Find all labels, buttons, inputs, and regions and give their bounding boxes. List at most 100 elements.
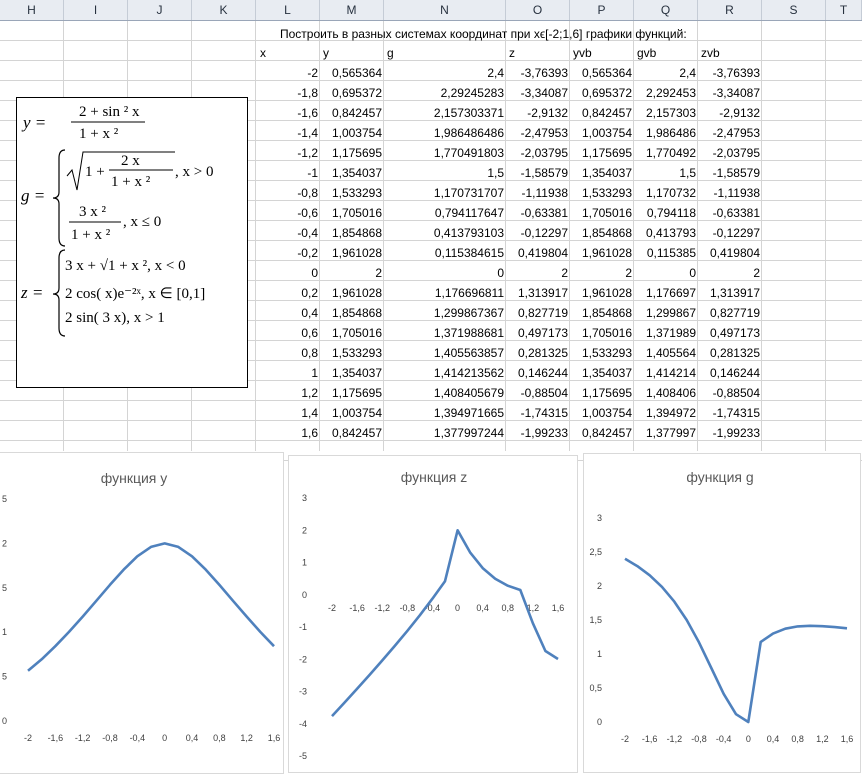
table-cell[interactable]: -1,11938 [506, 183, 568, 203]
table-cell[interactable]: 2 [570, 263, 632, 283]
table-cell[interactable]: 0,419804 [698, 243, 760, 263]
column-header-l[interactable]: L [256, 0, 320, 20]
table-header-zvb[interactable]: zvb [701, 43, 720, 63]
table-cell[interactable]: 1,354037 [570, 363, 632, 383]
table-cell[interactable]: 1,4 [256, 403, 318, 423]
table-cell[interactable]: -2,9132 [506, 103, 568, 123]
table-cell[interactable]: 1,313917 [698, 283, 760, 303]
table-cell[interactable]: 1,175695 [570, 383, 632, 403]
table-cell[interactable]: -0,88504 [506, 383, 568, 403]
chart-y[interactable]: функция y 0 5 1 5 2 5 -2 -1,6 -1,2 -0,8 -0,4 0 0,4 0,8… [0, 452, 284, 774]
table-cell[interactable]: 2,157303371 [384, 103, 504, 123]
table-cell[interactable]: 0 [384, 263, 504, 283]
table-cell[interactable]: -1,74315 [506, 403, 568, 423]
table-cell[interactable]: 1,176697 [634, 283, 696, 303]
table-cell[interactable]: 0,842457 [570, 423, 632, 443]
table-cell[interactable]: -1,2 [256, 143, 318, 163]
table-cell[interactable]: -3,34087 [698, 83, 760, 103]
table-cell[interactable]: 1 [256, 363, 318, 383]
table-cell[interactable]: -1,6 [256, 103, 318, 123]
table-cell[interactable]: 1,770491803 [384, 143, 504, 163]
table-cell[interactable]: 1,854868 [570, 303, 632, 323]
table-cell[interactable]: 2 [698, 263, 760, 283]
table-cell[interactable]: 1,003754 [320, 123, 382, 143]
table-cell[interactable]: 1,961028 [320, 243, 382, 263]
table-cell[interactable]: 1,533293 [320, 343, 382, 363]
table-cell[interactable]: 1,854868 [570, 223, 632, 243]
table-cell[interactable]: 1,705016 [320, 323, 382, 343]
table-cell[interactable]: 1,2 [256, 383, 318, 403]
column-header-i[interactable]: I [64, 0, 128, 20]
table-cell[interactable]: -0,63381 [698, 203, 760, 223]
table-cell[interactable]: -1,99233 [698, 423, 760, 443]
table-cell[interactable]: 0,281325 [698, 343, 760, 363]
table-cell[interactable]: 0,146244 [698, 363, 760, 383]
table-cell[interactable]: -1,58579 [506, 163, 568, 183]
table-cell[interactable]: 1,705016 [570, 203, 632, 223]
column-header-o[interactable]: O [506, 0, 570, 20]
table-cell[interactable]: 1,170732 [634, 183, 696, 203]
table-cell[interactable]: 1,394972 [634, 403, 696, 423]
table-cell[interactable]: -0,8 [256, 183, 318, 203]
table-cell[interactable]: 0,827719 [698, 303, 760, 323]
column-header-n[interactable]: N [384, 0, 506, 20]
table-cell[interactable]: 1,354037 [570, 163, 632, 183]
table-cell[interactable]: 1,408406 [634, 383, 696, 403]
column-header-s[interactable]: S [762, 0, 826, 20]
table-cell[interactable]: 2,29245283 [384, 83, 504, 103]
table-cell[interactable]: 1,170731707 [384, 183, 504, 203]
table-cell[interactable]: 0,4 [256, 303, 318, 323]
table-cell[interactable]: -0,4 [256, 223, 318, 243]
table-cell[interactable]: 1,533293 [320, 183, 382, 203]
table-cell[interactable]: 0,419804 [506, 243, 568, 263]
table-cell[interactable]: -0,2 [256, 243, 318, 263]
table-cell[interactable]: -2,47953 [698, 123, 760, 143]
table-cell[interactable]: 2 [320, 263, 382, 283]
table-cell[interactable]: 1,961028 [570, 283, 632, 303]
table-cell[interactable]: -3,76393 [698, 63, 760, 83]
table-cell[interactable]: 1,705016 [320, 203, 382, 223]
table-cell[interactable]: -3,76393 [506, 63, 568, 83]
table-cell[interactable]: 1,299867 [634, 303, 696, 323]
table-cell[interactable]: -1,74315 [698, 403, 760, 423]
table-cell[interactable]: -3,34087 [506, 83, 568, 103]
table-cell[interactable]: 1,003754 [320, 403, 382, 423]
table-cell[interactable]: 1,5 [384, 163, 504, 183]
table-cell[interactable]: 1,394971665 [384, 403, 504, 423]
table-cell[interactable]: -2,03795 [506, 143, 568, 163]
column-header-m[interactable]: M [320, 0, 384, 20]
table-cell[interactable]: -1,8 [256, 83, 318, 103]
table-cell[interactable]: -1,99233 [506, 423, 568, 443]
table-cell[interactable]: 0,497173 [506, 323, 568, 343]
table-cell[interactable]: 0,2 [256, 283, 318, 303]
table-cell[interactable]: -0,63381 [506, 203, 568, 223]
table-cell[interactable]: -1,11938 [698, 183, 760, 203]
table-header-x[interactable]: x [260, 43, 266, 63]
column-header-j[interactable]: J [128, 0, 192, 20]
column-header-r[interactable]: R [698, 0, 762, 20]
table-cell[interactable]: -2,47953 [506, 123, 568, 143]
table-cell[interactable]: 0,565364 [570, 63, 632, 83]
table-cell[interactable]: 0,115384615 [384, 243, 504, 263]
table-cell[interactable]: 0,695372 [320, 83, 382, 103]
column-header-p[interactable]: P [570, 0, 634, 20]
table-cell[interactable]: 1,371989 [634, 323, 696, 343]
table-cell[interactable]: -0,88504 [698, 383, 760, 403]
table-cell[interactable]: 1,003754 [570, 403, 632, 423]
table-cell[interactable]: -2 [256, 63, 318, 83]
table-cell[interactable]: 1,377997244 [384, 423, 504, 443]
table-cell[interactable]: 1,175695 [570, 143, 632, 163]
table-cell[interactable]: 1,6 [256, 423, 318, 443]
table-cell[interactable]: 0,842457 [320, 423, 382, 443]
table-cell[interactable]: 1,533293 [570, 183, 632, 203]
table-cell[interactable]: 2,292453 [634, 83, 696, 103]
table-cell[interactable]: 1,414213562 [384, 363, 504, 383]
table-cell[interactable]: 0,146244 [506, 363, 568, 383]
table-cell[interactable]: -0,12297 [698, 223, 760, 243]
table-cell[interactable]: 0,413793 [634, 223, 696, 243]
table-cell[interactable]: 0,794118 [634, 203, 696, 223]
column-header-t[interactable]: T [826, 0, 862, 20]
table-cell[interactable]: 1,854868 [320, 303, 382, 323]
table-cell[interactable]: 1,175695 [320, 143, 382, 163]
table-cell[interactable]: 2,4 [634, 63, 696, 83]
